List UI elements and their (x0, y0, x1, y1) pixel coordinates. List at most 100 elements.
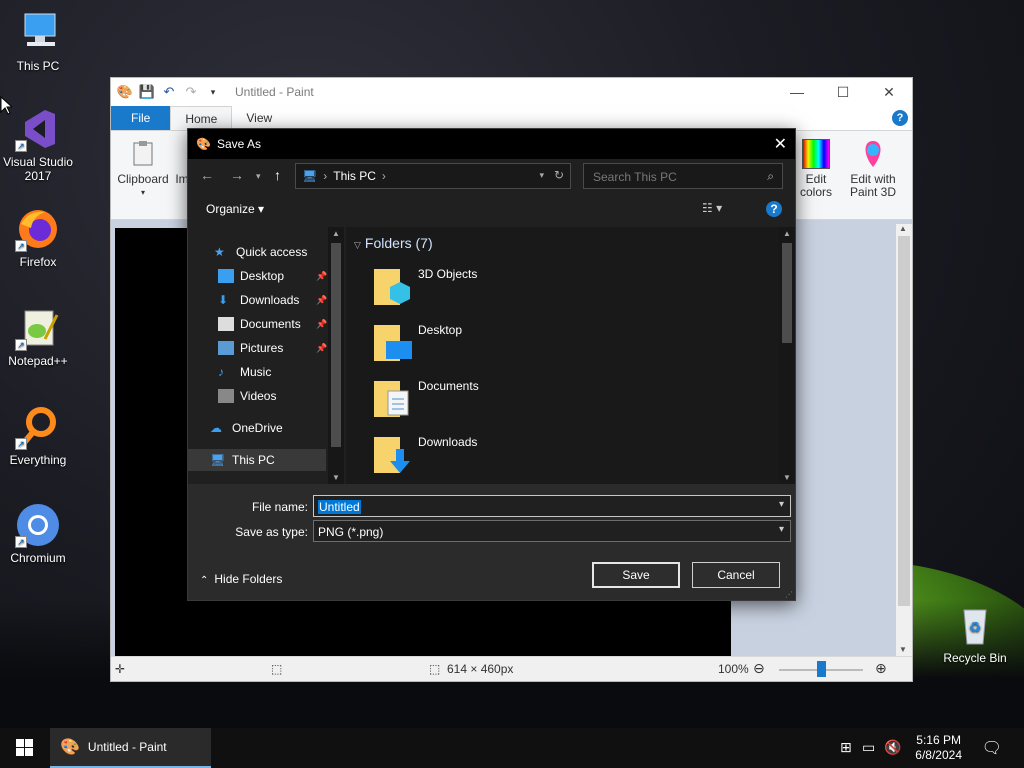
chevron-down-icon[interactable]: ▾ (779, 524, 784, 535)
scroll-down-icon[interactable]: ▼ (332, 473, 340, 482)
paint-app-icon: 🎨 (196, 137, 211, 151)
save-quick-icon[interactable]: 💾 (139, 84, 155, 100)
save-as-dialog: 🎨 Save As ✕ ← → ▾ ↑ 🖥 › This PC › ▾ ↻ Se… (187, 128, 796, 601)
chromium-icon: ↗ (15, 502, 61, 548)
folder-item-desktop[interactable]: Desktop (372, 321, 672, 371)
clipboard-button[interactable]: Clipboard ▾ (115, 139, 171, 199)
recent-locations-chevron-icon[interactable]: ▾ (256, 171, 261, 182)
nav-item-videos[interactable]: Videos (188, 385, 326, 407)
desktop-icon-recycle-bin[interactable]: ♻ Recycle Bin (937, 602, 1013, 665)
canvas-dimensions: 614 × 460px (447, 662, 514, 676)
desktop-icon-label: Everything (9, 453, 67, 467)
paint-titlebar: 🎨 💾 ↶ ↷ ▾ Untitled - Paint — ☐ ✕ (111, 78, 912, 106)
window-controls: — ☐ ✕ (774, 78, 912, 106)
system-clock[interactable]: 5:16 PM 6/8/2024 (915, 733, 962, 763)
hide-folders-button[interactable]: ⌃ Hide Folders (200, 572, 282, 586)
tab-file[interactable]: File (111, 106, 171, 130)
scroll-down-icon[interactable]: ▼ (783, 473, 791, 482)
edit-colors-button[interactable]: Edit colors (797, 139, 835, 199)
desktop-icon-notepadpp[interactable]: ↗ Notepad++ (0, 305, 76, 368)
network-icon[interactable]: ⊞ (840, 739, 852, 756)
address-dropdown-icon[interactable]: ▾ (539, 170, 544, 181)
desktop-icon-visual-studio[interactable]: ↗ Visual Studio 2017 (0, 106, 76, 183)
edit-with-paint3d-button[interactable]: Edit with Paint 3D (845, 139, 901, 199)
folder-item-3d-objects[interactable]: 3D Objects (372, 265, 672, 315)
desktop-icon-everything[interactable]: ↗ Everything (0, 404, 76, 467)
mouse-cursor-icon (0, 96, 12, 115)
cancel-button[interactable]: Cancel (692, 562, 780, 588)
help-icon[interactable]: ? (766, 201, 782, 217)
folders-group-header[interactable]: ▽ Folders (7) (354, 235, 433, 251)
documents-icon (218, 317, 234, 331)
desktop-icon-firefox[interactable]: ↗ Firefox (0, 206, 76, 269)
zoom-out-button[interactable]: ⊖ (753, 660, 765, 677)
desktop-icon-label: Firefox (19, 255, 57, 269)
search-input[interactable]: Search This PC ⌕ (583, 163, 783, 189)
canvas-size-icon: ⬚ (429, 662, 441, 676)
desktop-icon-this-pc[interactable]: This PC (0, 10, 76, 73)
scroll-up-icon[interactable]: ▲ (783, 229, 791, 238)
dialog-toolbar: Organize ▾ ☷ ▾ ? (188, 195, 795, 223)
up-arrow-icon[interactable]: ↑ (274, 167, 281, 183)
file-name-input[interactable]: Untitled ▾ (313, 495, 791, 517)
help-icon[interactable]: ? (892, 110, 908, 126)
maximize-button[interactable]: ☐ (820, 78, 866, 106)
view-options-icon[interactable]: ☷ ▾ (702, 201, 722, 215)
nav-item-onedrive[interactable]: ☁ OneDrive (188, 417, 326, 439)
pin-icon: 📌 (316, 295, 328, 305)
scroll-up-icon[interactable]: ▲ (899, 224, 907, 233)
zoom-in-button[interactable]: ⊕ (875, 660, 887, 677)
start-button[interactable] (16, 739, 33, 759)
folder-item-downloads[interactable]: Downloads (372, 433, 672, 483)
pictures-icon (218, 341, 234, 355)
desktop-icon-label: Chromium (10, 551, 66, 565)
taskbar-item-paint[interactable]: 🎨 Untitled - Paint (50, 728, 211, 768)
save-as-type-select[interactable]: PNG (*.png) ▾ (313, 520, 791, 542)
address-this-pc[interactable]: This PC (333, 169, 376, 183)
canvas-vertical-scrollbar[interactable]: ▲ ▼ (896, 224, 912, 656)
customize-toolbar-icon[interactable]: ▾ (205, 84, 221, 100)
minimize-button[interactable]: — (774, 78, 820, 106)
forward-arrow-icon[interactable]: → (230, 167, 244, 183)
nav-item-music[interactable]: ♪ Music (188, 361, 326, 383)
scroll-down-icon[interactable]: ▼ (899, 645, 907, 654)
notification-center-icon[interactable]: 🗨 (982, 738, 1002, 758)
navigation-pane-scrollbar[interactable]: ▲ ▼ (328, 227, 344, 484)
folder-item-documents[interactable]: Documents (372, 377, 672, 427)
address-bar[interactable]: 🖥 › This PC › ▾ ↻ (295, 163, 571, 189)
desktop-icon-label: Notepad++ (8, 354, 68, 368)
file-list-scrollbar[interactable]: ▲ ▼ (779, 227, 795, 484)
resize-grip-icon[interactable]: ⋰ (785, 590, 793, 599)
tab-home[interactable]: Home (170, 106, 233, 130)
chevron-down-icon[interactable]: ▾ (779, 499, 784, 510)
scroll-up-icon[interactable]: ▲ (332, 229, 340, 238)
nav-item-this-pc[interactable]: 🖥 This PC (188, 449, 326, 471)
recycle-bin-icon: ♻ (952, 602, 998, 648)
zoom-level: 100% (718, 662, 749, 676)
nav-item-quick-access[interactable]: ★ Quick access (188, 241, 326, 263)
move-cursor-icon: ✛ (115, 662, 126, 676)
pin-icon: 📌 (316, 319, 328, 329)
dialog-close-button[interactable]: ✕ (774, 134, 787, 154)
computer-icon: 🖥 (210, 453, 226, 467)
downloads-folder-icon (374, 437, 410, 473)
desktop-icon-label: This PC (16, 59, 60, 73)
close-button[interactable]: ✕ (866, 78, 912, 106)
desktop-icon-label: Visual Studio 2017 (3, 155, 73, 183)
nav-item-pictures[interactable]: Pictures 📌 (188, 337, 327, 359)
desktop-icon-chromium[interactable]: ↗ Chromium (0, 502, 76, 565)
zoom-slider-thumb[interactable] (817, 661, 826, 677)
undo-icon[interactable]: ↶ (161, 84, 177, 100)
back-arrow-icon[interactable]: ← (200, 167, 214, 183)
refresh-icon[interactable]: ↻ (554, 168, 564, 182)
redo-icon[interactable]: ↷ (183, 84, 199, 100)
nav-item-documents[interactable]: Documents 📌 (188, 313, 328, 335)
save-button[interactable]: Save (592, 562, 680, 588)
tab-view[interactable]: View (232, 106, 286, 130)
display-icon[interactable]: ▭ (862, 739, 875, 756)
paint-window-title: Untitled - Paint (235, 85, 314, 99)
volume-muted-icon[interactable]: 🔇 (884, 739, 901, 756)
nav-item-downloads[interactable]: ⬇ Downloads 📌 (188, 289, 328, 311)
nav-item-desktop[interactable]: Desktop 📌 (188, 265, 327, 287)
organize-button[interactable]: Organize ▾ (206, 202, 264, 216)
